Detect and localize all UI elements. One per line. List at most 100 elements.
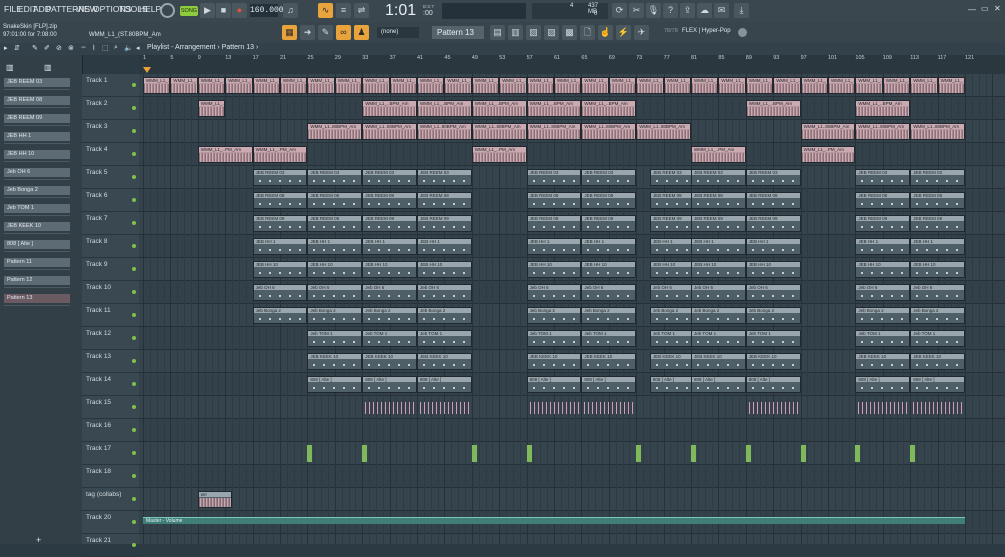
playlist-clip[interactable]: Jeb OH 6 [745,284,801,301]
playlist-clip[interactable]: Jeb Bonga 2 [910,307,965,324]
playlist-clip[interactable]: Jeb Bonga 2 [691,307,746,324]
playlist-icon[interactable]: ▦ [282,25,297,40]
bird-icon[interactable]: ✈ [634,25,649,40]
pattern-item[interactable]: Jeb OH 6 [4,168,70,177]
piano-roll-icon[interactable]: ▧ [526,25,541,40]
export-icon[interactable]: ⇪ [680,3,695,18]
track-led-icon[interactable] [132,451,136,455]
playlist-clip[interactable]: WMM_L1_..BPM_Am [800,77,828,94]
playlist-clip[interactable]: Jeb TOM 1 [745,330,801,347]
playlist-clip[interactable]: 808 [ Alte ] [855,376,911,393]
playlist-clip[interactable]: JEB HH 10 [307,261,363,278]
playlist-clip[interactable]: JEB KEEK 10 [362,353,417,370]
pattern-item[interactable]: JEB KEEK 10 [4,222,70,231]
playlist-clip[interactable]: Jeb TOM 1 [362,330,417,347]
close-icon[interactable]: ✕ [994,4,1001,13]
playlist-clip[interactable]: JEB REEM 09 [417,215,472,232]
track-led-icon[interactable] [132,267,136,271]
playlist-clip[interactable]: WMM_L1..80BPM_Am [417,123,472,140]
track-led-icon[interactable] [132,290,136,294]
playlist-clip[interactable]: JEB HH 10 [910,261,965,278]
browser-icon-a[interactable]: ▥ [6,63,14,72]
touch-icon[interactable]: ☝ [598,25,613,40]
playlist-clip[interactable]: WMM_L1_..PM_Am [471,146,527,163]
note-clip[interactable] [745,402,801,414]
arrow-icon[interactable]: ➜ [300,25,315,40]
track-header[interactable]: tag (collabs) [82,488,139,511]
track-header[interactable]: Track 2 [82,97,139,120]
slice-icon[interactable]: ⌇ [92,44,95,52]
pattern-item[interactable]: Jeb Bonga 2 [4,186,70,195]
playlist-clip[interactable]: JEB KEEK 10 [691,353,746,370]
menu-help[interactable]: HELP [139,4,161,14]
pattern-item[interactable]: JEB HH 1 [4,132,70,141]
pencil-icon[interactable]: ✎ [32,44,38,52]
playlist-clip[interactable]: JEB HH 10 [691,261,746,278]
playlist-clip[interactable]: JEB KEEK 10 [745,353,801,370]
brush-icon[interactable]: ✐ [44,44,50,52]
marker-clip[interactable] [471,445,477,462]
play-small-icon[interactable]: ▸ [4,44,8,52]
track-header[interactable]: Track 17 [82,442,139,465]
playlist-clip[interactable]: JEB KEEK 10 [910,353,965,370]
playlist-clip[interactable]: JEB HH 10 [252,261,308,278]
track-header[interactable]: Track 14 [82,373,139,396]
track-header[interactable]: Track 21 [82,534,139,557]
playlist-clip[interactable]: WMM_L1..80BPM_Am [581,123,637,140]
playlist-clip[interactable]: WMM_L1_..BPM_Am [143,77,171,94]
playlist-clip[interactable]: WMM_L1_..BPM_Am [499,77,527,94]
playlist-clip[interactable]: WMM_L1_..BPM_Am [937,77,965,94]
playlist-clip[interactable]: JEB REEM 08 [691,192,746,209]
pattern-item[interactable]: Pattern 11 [4,258,70,267]
browser-icon-b[interactable]: ▥ [44,63,52,72]
track-led-icon[interactable] [132,520,136,524]
marker-clip[interactable] [307,445,313,462]
stamp-icon[interactable]: ♟ [354,25,369,40]
plug-icon[interactable]: ⚡ [616,25,631,40]
track-header[interactable]: Track 16 [82,419,139,442]
playlist-clip[interactable]: 808 [ Alte ] [526,376,582,393]
playlist-clip[interactable]: WMM_L1_..PM_Am [252,146,308,163]
playlist-clip[interactable]: Jeb OH 6 [362,284,417,301]
playlist-clip[interactable]: WMM_L1_..BPM_Am [745,77,774,94]
playlist-clip[interactable]: WMM_L1_..BPM_Am [197,100,226,117]
playlist-clip[interactable]: JEB HH 10 [581,261,637,278]
marker-clip[interactable] [800,445,806,462]
browser-icon[interactable]: ▨ [544,25,559,40]
refresh-icon[interactable]: ⟳ [612,3,627,18]
playlist-clip[interactable]: JEB REEM 03 [581,169,637,186]
playlist-clip[interactable]: WMM_L1_..BPM_Am [828,77,856,94]
speaker-icon[interactable]: 🔈 [124,44,133,52]
pattern-item[interactable]: Pattern 12 [4,276,70,285]
playlist-clip[interactable]: JEB HH 1 [526,238,582,255]
playlist-clip[interactable]: WMM_L1_..BPM_Am [855,77,883,94]
playlist-clip[interactable]: JEB HH 1 [910,238,965,255]
pattern-item[interactable]: JEB REEM 09 [4,114,70,123]
playlist-clip[interactable]: 808 [ Alte ] [691,376,746,393]
playlist-clip[interactable]: WMM_L1_..PM_Am [197,146,253,163]
playlist-clip[interactable]: JEB REEM 08 [362,192,417,209]
track-header[interactable]: Track 3 [82,120,139,143]
pattern-item[interactable]: JEB REEM 03 [4,78,70,87]
track-led-icon[interactable] [132,313,136,317]
pattern-item[interactable]: 808 [ Alte ] [4,240,70,249]
countdown-icon[interactable]: ≡ [336,3,351,18]
playlist-clip[interactable]: JEB REEM 09 [252,215,308,232]
playlist-clip[interactable]: WMM_L1_..BPM_Am [471,100,527,117]
playlist-clip[interactable]: WMM_L1_..BPM_Am [362,77,390,94]
playlist-clip[interactable]: Jeb OH 6 [252,284,308,301]
playlist-clip[interactable]: WMM_L1_..BPM_Am [663,77,691,94]
playlist-clip[interactable]: JEB HH 10 [855,261,911,278]
zoom-icon[interactable]: ⌕ [114,44,118,52]
playlist-clip[interactable]: JEB REEM 03 [252,169,308,186]
playlist-clip[interactable]: WMM_L1_..BPM_Am [526,77,554,94]
track-led-icon[interactable] [132,382,136,386]
playlist-clip[interactable]: JEB REEM 08 [745,192,801,209]
snap-selector[interactable]: (none) [377,27,419,38]
playlist-clip[interactable]: JEB HH 1 [581,238,637,255]
playlist-clip[interactable]: JEB HH 1 [745,238,801,255]
globe-icon[interactable] [738,28,747,37]
playlist-clip[interactable]: JEB HH 1 [417,238,472,255]
stop-icon[interactable]: ■ [216,3,231,18]
playlist-clip[interactable]: JEB HH 10 [526,261,582,278]
